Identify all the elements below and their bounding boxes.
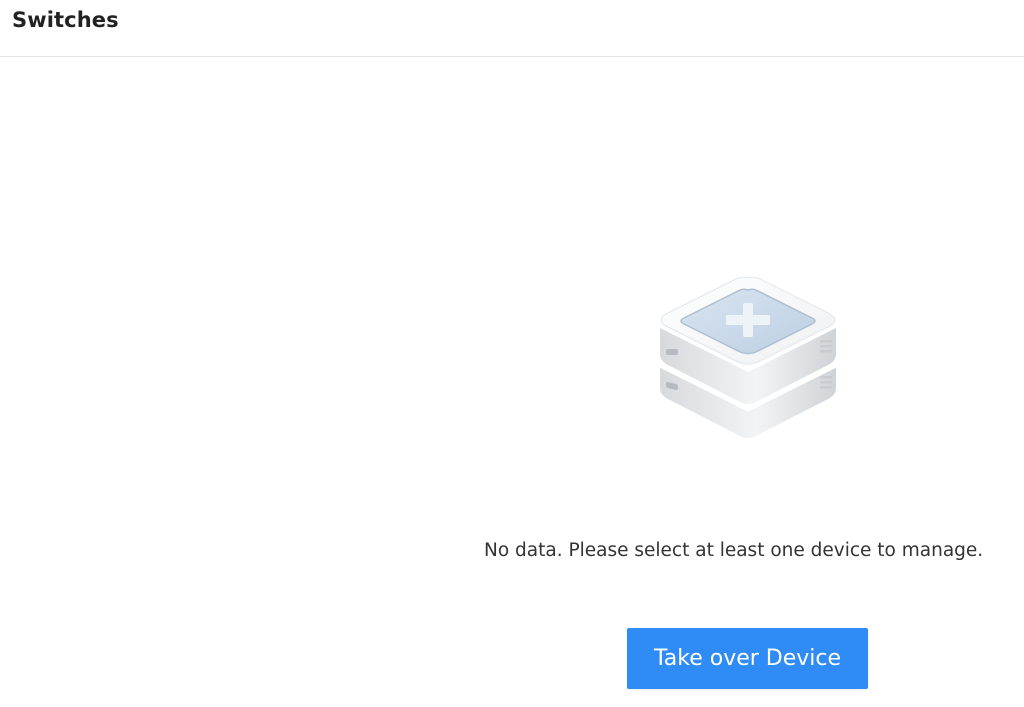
page-header: Switches xyxy=(0,0,1024,57)
server-add-icon xyxy=(652,272,844,448)
page-title: Switches xyxy=(12,8,119,32)
take-over-device-button[interactable]: Take over Device xyxy=(627,628,868,689)
switches-page: Switches No data. Please select at least… xyxy=(0,0,1024,707)
empty-state-message: No data. Please select at least one devi… xyxy=(484,540,984,561)
